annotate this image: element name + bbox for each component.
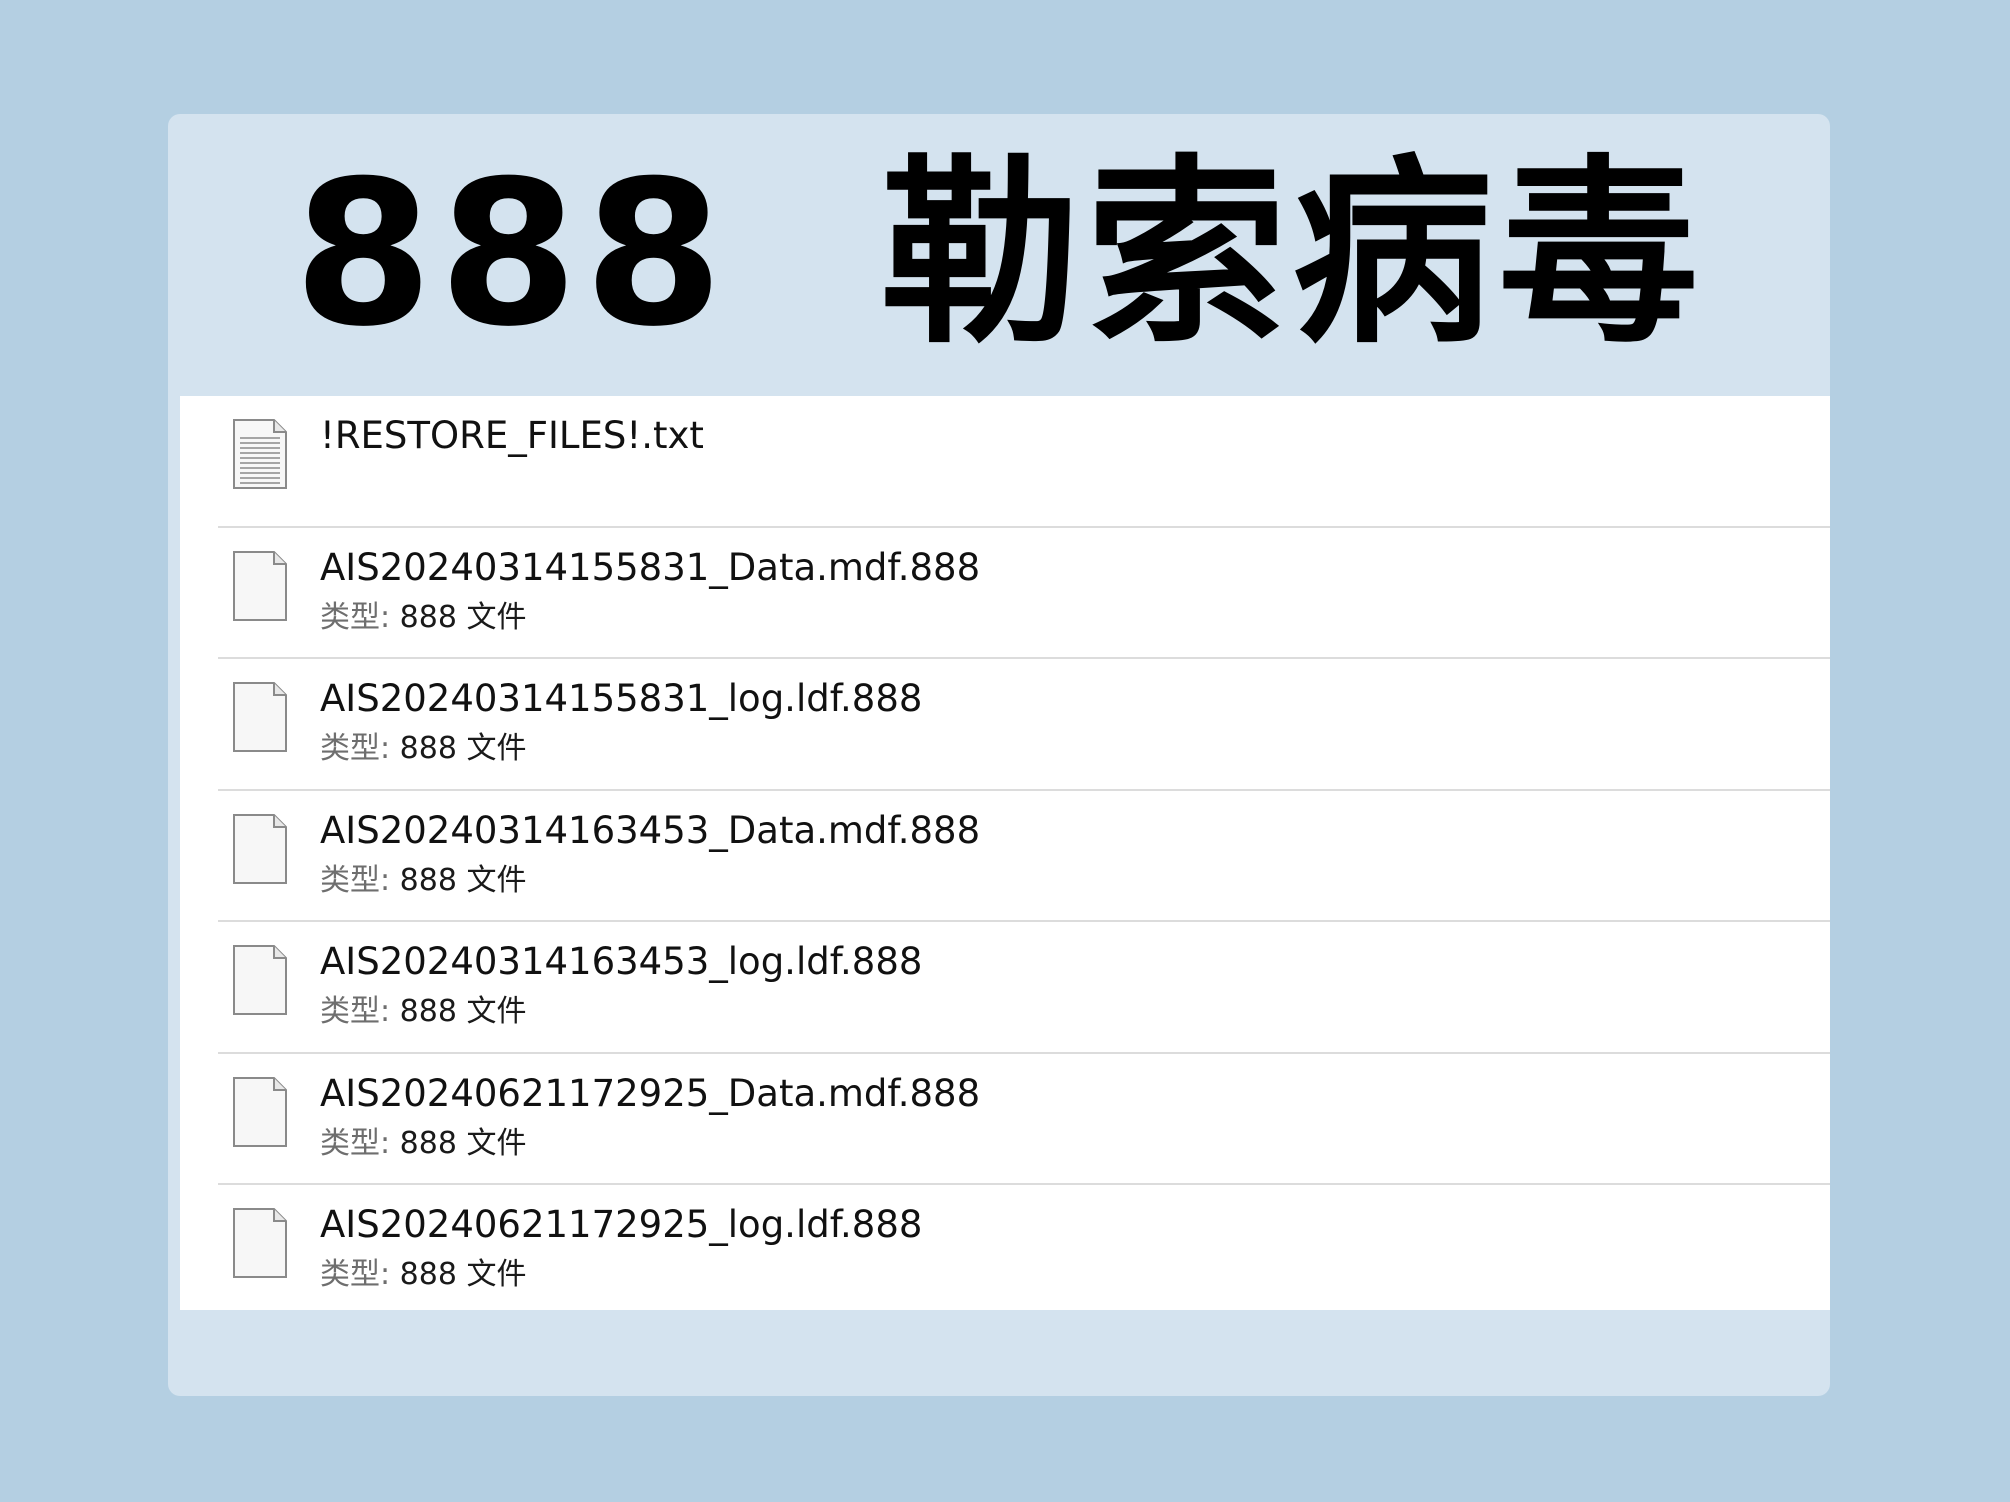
file-name: AIS20240314155831_Data.mdf.888 xyxy=(320,545,981,589)
blank-file-icon xyxy=(232,813,288,885)
file-item[interactable]: AIS20240314155831_Data.mdf.888 类型: 888 文… xyxy=(218,528,1830,659)
file-type-value: 888 文件 xyxy=(390,862,527,898)
file-type-value: 888 文件 xyxy=(390,731,527,766)
file-type: 类型: 888 文件 xyxy=(320,994,526,1030)
file-type-value: 888 文件 xyxy=(390,994,527,1029)
file-name: AIS20240621172925_Data.mdf.888 xyxy=(320,1071,981,1115)
page-title: 888 勒索病毒 xyxy=(293,138,1705,371)
file-item[interactable]: AIS20240621172925_Data.mdf.888 类型: 888 文… xyxy=(218,1054,1830,1185)
file-name: AIS20240621172925_log.ldf.888 xyxy=(320,1203,923,1246)
file-type-label: 类型: xyxy=(320,1125,391,1161)
file-name: AIS20240314155831_log.ldf.888 xyxy=(320,677,923,720)
blank-file-icon xyxy=(232,550,288,622)
file-type: 类型: 888 文件 xyxy=(320,1126,526,1162)
file-type-label: 类型: xyxy=(320,731,391,766)
file-item[interactable]: AIS20240621172925_log.ldf.888 类型: 888 文件 xyxy=(218,1185,1830,1317)
file-type-label: 类型: xyxy=(320,1257,391,1292)
file-type: 类型: 888 文件 xyxy=(320,731,526,767)
file-item[interactable]: AIS20240314163453_Data.mdf.888 类型: 888 文… xyxy=(218,791,1830,922)
file-item[interactable]: AIS20240314163453_log.ldf.888 类型: 888 文件 xyxy=(218,922,1830,1054)
file-type-label: 类型: xyxy=(320,599,391,635)
file-type-value: 888 文件 xyxy=(390,599,527,635)
file-type-value: 888 文件 xyxy=(390,1125,527,1161)
file-type: 类型: 888 文件 xyxy=(320,1257,526,1293)
file-item[interactable]: AIS20240314155831_log.ldf.888 类型: 888 文件 xyxy=(218,659,1830,791)
file-list: !RESTORE_FILES!.txt AIS20240314155831_Da… xyxy=(180,396,1830,1310)
blank-file-icon xyxy=(232,1207,288,1279)
file-type-label: 类型: xyxy=(320,862,391,898)
file-type: 类型: 888 文件 xyxy=(320,863,526,899)
file-name: AIS20240314163453_log.ldf.888 xyxy=(320,940,923,983)
file-type: 类型: 888 文件 xyxy=(320,600,526,636)
blank-file-icon xyxy=(232,944,288,1016)
blank-file-icon xyxy=(232,1076,288,1148)
file-item[interactable]: !RESTORE_FILES!.txt xyxy=(218,396,1830,528)
text-document-icon xyxy=(232,418,288,490)
file-type-label: 类型: xyxy=(320,994,391,1029)
content-card: 888 勒索病毒 !RESTORE_FILES!.txt AIS20240314… xyxy=(168,114,1830,1396)
file-name: AIS20240314163453_Data.mdf.888 xyxy=(320,808,981,852)
file-type-value: 888 文件 xyxy=(390,1257,527,1292)
file-name: !RESTORE_FILES!.txt xyxy=(320,414,704,457)
blank-file-icon xyxy=(232,681,288,753)
